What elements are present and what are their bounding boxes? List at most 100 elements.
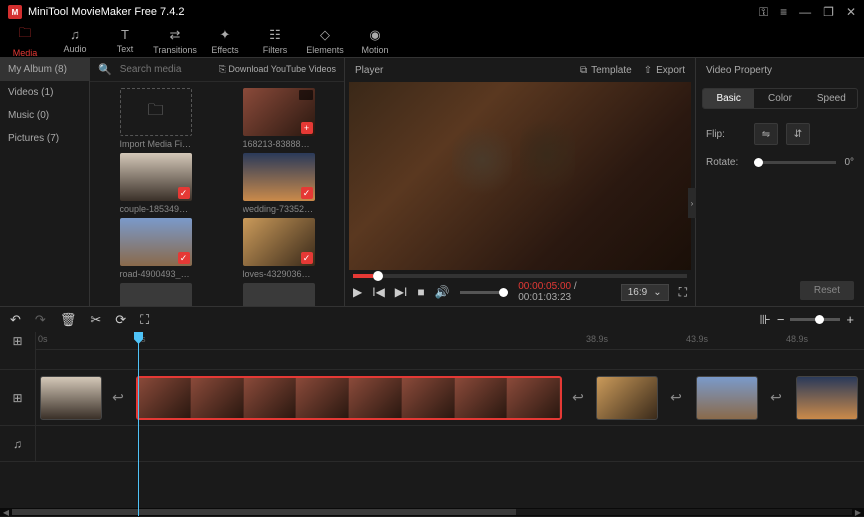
video-track: ⊞ ↩ ↩ ↩ ↩ (0, 370, 864, 426)
media-item[interactable]: ✓ couple-1853499_12... (96, 153, 215, 214)
video-track-body[interactable]: ↩ ↩ ↩ ↩ (36, 370, 864, 425)
zoom-out-button[interactable]: − (777, 312, 785, 327)
aspect-dropdown[interactable]: 16:9⌄ (621, 284, 669, 301)
flip-v-icon: ⇵ (794, 129, 802, 140)
reset-button[interactable]: Reset (800, 281, 854, 300)
crop-button[interactable]: ⛶ (140, 312, 149, 328)
clip[interactable] (796, 376, 858, 420)
audio-icon: ♫ (70, 27, 80, 42)
transition-button[interactable]: ↩ (568, 376, 588, 420)
transition-button[interactable]: ↩ (766, 376, 786, 420)
tab-effects[interactable]: ✦Effects (200, 24, 250, 57)
close-button[interactable]: ✕ (846, 5, 856, 20)
template-button[interactable]: ⧉Template (580, 65, 632, 76)
audio-track-body[interactable] (36, 426, 864, 461)
sidebar-pictures[interactable]: Pictures (7) (0, 127, 89, 150)
flip-h-icon: ⇋ (762, 129, 770, 140)
menu-icon[interactable]: ≡ (780, 5, 787, 20)
main-toolbar: 🗀Media ♫Audio TText ⇄Transitions ✦Effect… (0, 24, 864, 58)
sidebar-music[interactable]: Music (0) (0, 104, 89, 127)
maximize-button[interactable]: ❐ (823, 5, 834, 20)
sidebar-my-album[interactable]: My Album (8) (0, 58, 89, 81)
tab-transitions[interactable]: ⇄Transitions (150, 24, 200, 57)
delete-button[interactable]: 🗑 (60, 312, 77, 328)
import-media-button[interactable]: 🗀 Import Media Files (96, 88, 215, 149)
app-title: MiniTool MovieMaker Free 7.4.2 (28, 6, 759, 18)
props-title: Video Property (696, 58, 864, 82)
player-title: Player (355, 65, 383, 76)
template-icon: ⧉ (580, 65, 587, 76)
key-icon[interactable]: ⚿ (759, 5, 768, 20)
split-button[interactable]: ✂ (90, 312, 101, 328)
undo-button[interactable]: ↶ (10, 312, 21, 328)
tab-elements[interactable]: ◇Elements (300, 24, 350, 57)
category-sidebar: My Album (8) Videos (1) Music (0) Pictur… (0, 58, 90, 306)
tab-media[interactable]: 🗀Media (0, 24, 50, 57)
tab-motion[interactable]: ◉Motion (350, 24, 400, 57)
properties-panel: › Video Property Basic Color Speed Flip:… (696, 58, 864, 306)
media-grid: 🗀 Import Media Files + 168213-838884062.… (90, 82, 344, 306)
panel-collapse-button[interactable]: › (688, 188, 696, 218)
clip-selected[interactable] (136, 376, 562, 420)
timeline-match-button[interactable]: ⊪ (759, 312, 770, 328)
audio-track-icon[interactable]: ♫ (0, 426, 36, 461)
download-youtube-link[interactable]: ⎘ Download YouTube Videos (219, 64, 336, 75)
play-button[interactable]: ▶ (353, 285, 362, 299)
timeline-scrollbar[interactable]: ◀▶ (0, 508, 864, 516)
zoom-in-button[interactable]: + (846, 312, 854, 327)
video-track-icon[interactable]: ⊞ (0, 370, 36, 425)
time-display: 00:00:05:00 / 00:01:03:23 (518, 281, 610, 303)
minimize-button[interactable]: — (799, 5, 811, 20)
redo-button[interactable]: ↷ (35, 312, 46, 328)
effects-icon: ✦ (220, 27, 231, 43)
media-icon: 🗀 (18, 24, 31, 46)
clip[interactable] (40, 376, 102, 420)
media-item[interactable] (96, 283, 215, 306)
player-panel: Player ⧉Template ⇧Export ▶ I◀ ▶I ■ 🔊 00:… (344, 58, 696, 306)
clip[interactable] (696, 376, 758, 420)
props-tab-basic[interactable]: Basic (703, 89, 754, 108)
timeline-menu-button[interactable]: ⊞ (0, 332, 36, 350)
volume-icon[interactable]: 🔊 (435, 285, 450, 299)
playhead[interactable] (138, 332, 139, 516)
zoom-slider[interactable] (790, 318, 840, 321)
media-item[interactable]: + 168213-838884062... (219, 88, 338, 149)
add-icon[interactable]: + (301, 122, 313, 134)
media-item[interactable] (219, 283, 338, 306)
titlebar: M MiniTool MovieMaker Free 7.4.2 ⚿ ≡ — ❐… (0, 0, 864, 24)
check-icon: ✓ (178, 252, 190, 264)
transition-button[interactable]: ↩ (108, 376, 128, 420)
speed-button[interactable]: ⟳ (115, 312, 126, 328)
volume-slider[interactable] (460, 291, 509, 294)
search-input[interactable] (120, 64, 210, 75)
media-panel: 🔍 ⎘ Download YouTube Videos 🗀 Import Med… (90, 58, 344, 306)
media-item[interactable]: ✓ road-4900493_1280 (96, 218, 215, 279)
filters-icon: ☷ (269, 27, 281, 43)
props-tab-color[interactable]: Color (754, 89, 805, 108)
video-preview[interactable] (349, 82, 691, 270)
next-frame-button[interactable]: ▶I (395, 285, 408, 299)
media-item[interactable]: ✓ loves-4329036_1280 (219, 218, 338, 279)
flip-vertical-button[interactable]: ⇵ (786, 123, 810, 145)
sidebar-videos[interactable]: Videos (1) (0, 81, 89, 104)
export-button[interactable]: ⇧Export (644, 65, 685, 76)
download-icon: ⎘ (219, 64, 226, 74)
tab-filters[interactable]: ☷Filters (250, 24, 300, 57)
clip[interactable] (596, 376, 658, 420)
tab-text[interactable]: TText (100, 24, 150, 57)
fullscreen-button[interactable]: ⛶ (679, 285, 687, 300)
timeline-ruler[interactable]: 0s 5s 38.9s 43.9s 48.9s (36, 332, 864, 350)
timeline-toolbar: ↶ ↷ 🗑 ✂ ⟳ ⛶ ⊪ − + (0, 306, 864, 332)
media-item[interactable]: ✓ wedding-7335258_... (219, 153, 338, 214)
stop-button[interactable]: ■ (417, 285, 424, 299)
audio-track: ♫ (0, 426, 864, 462)
props-tab-speed[interactable]: Speed (806, 89, 857, 108)
elements-icon: ◇ (320, 27, 330, 43)
prev-frame-button[interactable]: I◀ (372, 285, 385, 299)
check-icon: ✓ (301, 187, 313, 199)
rotate-slider[interactable] (754, 161, 836, 164)
transition-button[interactable]: ↩ (666, 376, 686, 420)
flip-horizontal-button[interactable]: ⇋ (754, 123, 778, 145)
progress-bar[interactable] (353, 274, 687, 278)
tab-audio[interactable]: ♫Audio (50, 24, 100, 57)
